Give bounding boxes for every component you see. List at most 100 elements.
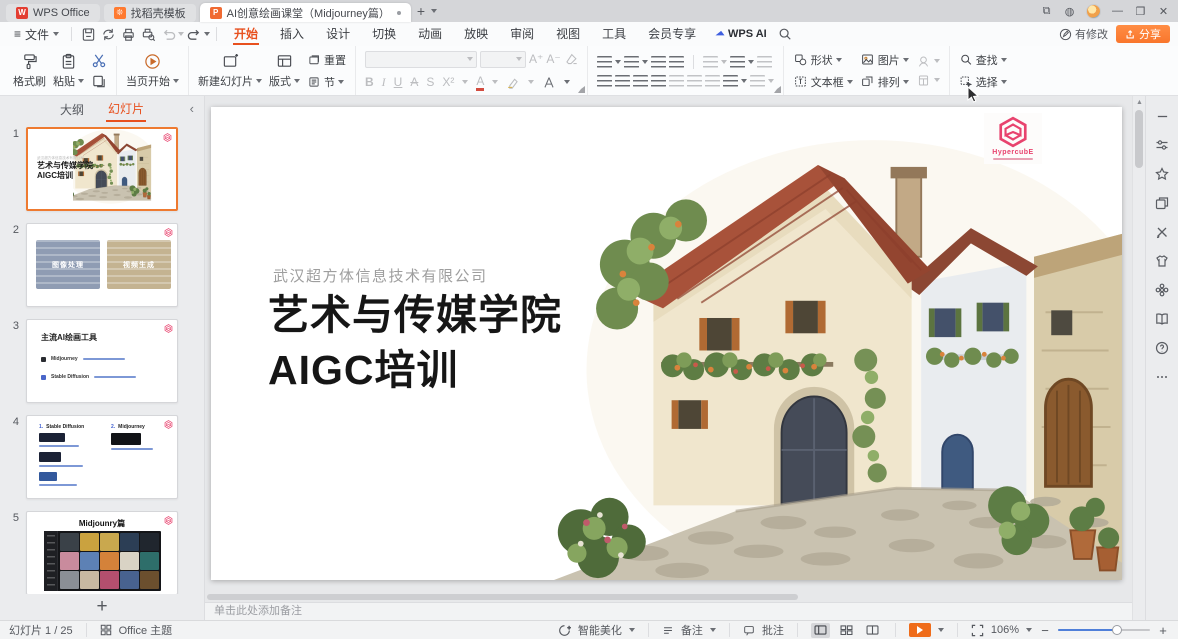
normal-view-button[interactable] (811, 623, 830, 638)
wps-ai-button[interactable]: ⏶ WPS AI (707, 28, 775, 41)
tutorial-icon[interactable] (1154, 311, 1170, 327)
smart-typography-button[interactable] (723, 75, 738, 87)
restore-button[interactable]: ❐ (1134, 5, 1147, 18)
slide-thumb-3[interactable]: 3 主流AI绘画工具 Midjourney Stable Diffusion (0, 319, 204, 403)
tab-design[interactable]: 设计 (315, 22, 361, 46)
user-avatar[interactable] (1086, 4, 1101, 19)
output-convert-button[interactable] (98, 25, 118, 43)
play-options-chevron-icon[interactable] (938, 628, 944, 635)
skin-icon[interactable] (1154, 253, 1170, 269)
line-spacing-button[interactable] (730, 56, 745, 68)
tab-list-chevron-icon[interactable] (431, 9, 437, 16)
tab-current-document[interactable]: P AI创意绘画课堂（Midjourney篇） (200, 3, 411, 22)
horizontal-scrollbar[interactable] (207, 592, 1130, 601)
font-color-button[interactable]: A (476, 74, 484, 91)
clear-format-button[interactable] (564, 53, 578, 66)
indent-left-button[interactable] (705, 75, 720, 87)
text-effects-button[interactable] (542, 76, 556, 89)
new-slide-button[interactable]: 新建幻灯片 (198, 53, 262, 89)
globe-icon[interactable]: ◍ (1063, 5, 1076, 18)
distribute-button[interactable] (669, 75, 684, 87)
slide-thumb-4[interactable]: 4 1.Stable Diffusion 2.Midjourney (0, 415, 204, 499)
zoom-slider-handle[interactable] (1112, 625, 1122, 635)
underline-button[interactable]: U (394, 75, 403, 89)
paragraph-dialog-launcher[interactable] (774, 86, 781, 93)
add-slide-button[interactable]: + (66, 597, 137, 617)
slide-thumb-2[interactable]: 2 图像处理 视频生成 (0, 223, 204, 307)
tab-insert[interactable]: 插入 (269, 22, 315, 46)
file-menu-button[interactable]: ≡ 文件 (8, 26, 65, 43)
charspacing-button[interactable]: A (410, 75, 418, 89)
tab-view[interactable]: 视图 (545, 22, 591, 46)
redo-chevron-icon[interactable] (204, 32, 210, 39)
window-mode-icon[interactable]: ⧉ (1040, 5, 1053, 18)
paragraph-settings-button[interactable] (757, 56, 772, 68)
vertical-scrollbar[interactable]: ▲ (1132, 96, 1145, 620)
font-dialog-launcher[interactable] (578, 86, 585, 93)
numbering-button[interactable] (624, 56, 639, 68)
slide-thumb-1[interactable]: 1 武汉超方体信息技术有限公司 艺术与传媒学院AIGC培训 (0, 127, 204, 211)
company-name-text[interactable]: 武汉超方体信息技术有限公司 (273, 265, 488, 286)
textbox-button[interactable]: 文本框 (793, 74, 853, 90)
tab-home[interactable]: 开始 (223, 22, 269, 46)
copy-button[interactable] (91, 74, 107, 89)
paste-button[interactable]: 粘贴 (53, 53, 84, 89)
tab-member[interactable]: 会员专享 (637, 22, 707, 46)
increase-indent-button[interactable] (669, 56, 684, 68)
cut-button[interactable] (91, 53, 107, 68)
smart-beautify-button[interactable]: 智能美化 (578, 622, 622, 638)
align-right-button[interactable] (633, 75, 648, 87)
tab-outline[interactable]: 大纲 (58, 97, 86, 121)
font-size-select[interactable] (480, 51, 526, 68)
insert-table-button[interactable] (916, 74, 931, 87)
text-tools-button[interactable] (750, 75, 765, 87)
minimize-button[interactable]: — (1111, 5, 1124, 18)
notes-input[interactable]: 单击此处添加备注 (205, 602, 1132, 620)
close-button[interactable]: ✕ (1157, 5, 1170, 18)
tab-animation[interactable]: 动画 (407, 22, 453, 46)
slide-title-text[interactable]: 艺术与传媒学院AIGC培训 (268, 288, 562, 397)
text-direction-button[interactable] (703, 56, 718, 68)
slide-canvas[interactable]: 武汉超方体信息技术有限公司 艺术与传媒学院AIGC培训 HypercubE (211, 107, 1122, 580)
slide-thumb-5[interactable]: 5 Midjounry篇 (0, 511, 204, 594)
hide-toolbar-icon[interactable] (1154, 108, 1170, 124)
material-library-icon[interactable] (1154, 195, 1170, 211)
share-button[interactable]: 分享 (1116, 25, 1170, 43)
italic-button[interactable]: I (382, 75, 386, 90)
tab-wps-office[interactable]: W WPS Office (6, 4, 100, 22)
zoom-level-label[interactable]: 106% (991, 624, 1019, 636)
bold-button[interactable]: B (365, 75, 374, 89)
picture-button[interactable]: 图片 (860, 52, 909, 68)
favorites-icon[interactable] (1154, 166, 1170, 182)
tab-docer-template[interactable]: ❊ 找稻壳模板 (104, 4, 196, 22)
more-icon[interactable] (1154, 369, 1170, 385)
highlight-color-button[interactable] (506, 76, 520, 89)
tab-review[interactable]: 审阅 (499, 22, 545, 46)
zoom-out-button[interactable]: − (1039, 623, 1051, 638)
scroll-up-icon[interactable]: ▲ (1136, 99, 1143, 106)
zoom-slider[interactable] (1058, 623, 1150, 637)
tab-transition[interactable]: 切换 (361, 22, 407, 46)
tab-tools[interactable]: 工具 (591, 22, 637, 46)
decrease-indent-button[interactable] (651, 56, 666, 68)
slideshow-play-button[interactable] (909, 623, 931, 637)
align-center-button[interactable] (615, 75, 630, 87)
reset-button[interactable]: 重置 (307, 52, 346, 68)
collapse-panel-icon[interactable]: ‹ (190, 101, 194, 116)
new-tab-button[interactable]: + (411, 3, 431, 19)
strikethrough-button[interactable]: S (426, 75, 434, 89)
scrollbar-thumb[interactable] (1135, 110, 1143, 168)
modified-status[interactable]: 有修改 (1059, 26, 1108, 42)
find-button[interactable]: 查找 (959, 52, 1007, 68)
shapes-button[interactable]: 形状 (793, 52, 853, 68)
notes-toggle-button[interactable]: 备注 (681, 622, 703, 638)
decrease-font-button[interactable]: A⁻ (546, 52, 560, 66)
print-button[interactable] (118, 25, 138, 43)
tools-icon[interactable] (1154, 224, 1170, 240)
effects-icon[interactable] (1154, 282, 1170, 298)
font-name-select[interactable] (365, 51, 477, 68)
columns-button[interactable] (687, 75, 702, 87)
format-painter-button[interactable]: 格式刷 (13, 53, 46, 89)
hypercube-logo[interactable]: HypercubE (984, 113, 1042, 164)
insert-chart-button[interactable] (916, 55, 931, 68)
